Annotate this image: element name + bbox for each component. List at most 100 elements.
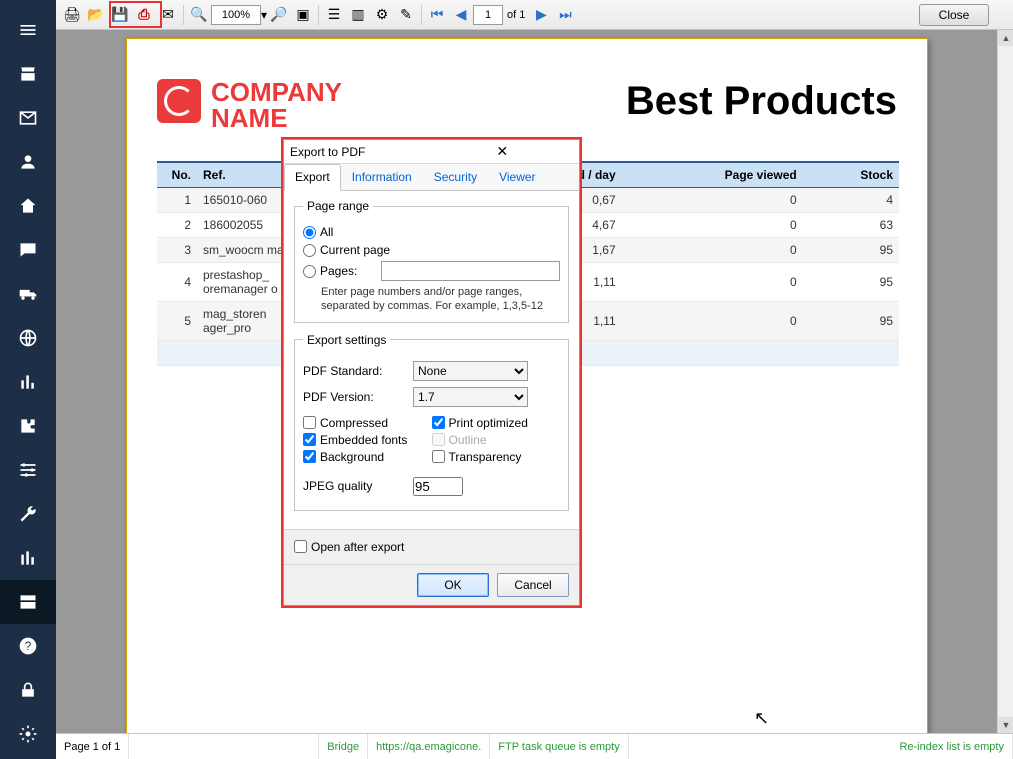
thumbs-icon[interactable]: ▥ <box>347 4 369 26</box>
report-title: Best Products <box>626 79 897 124</box>
ok-button[interactable]: OK <box>417 573 489 597</box>
chk-compressed[interactable] <box>303 416 316 429</box>
fullscreen-icon[interactable]: ▣ <box>292 4 314 26</box>
col-pv: Page viewed <box>622 162 803 188</box>
export-dialog-frame: Export to PDF ✕ Export Information Secur… <box>281 137 582 608</box>
report-toolbar: 🖨 📂 💾 ⎙ ✉ 🔍 ▾ 🔎 ▣ ☰ ▥ ⚙ ✎ ⏮ ◀ of 1 ▶ ⏭ C… <box>56 0 1013 30</box>
chk-background[interactable] <box>303 450 316 463</box>
pages-input[interactable] <box>381 261 560 281</box>
sidebar-chart2-icon[interactable] <box>0 536 56 580</box>
dialog-title: Export to PDF <box>290 145 432 159</box>
next-page-icon[interactable]: ▶ <box>530 4 552 26</box>
last-page-icon[interactable]: ⏭ <box>554 4 576 26</box>
export-settings-legend: Export settings <box>303 333 390 347</box>
status-reindex: Re-index list is empty <box>891 734 1013 759</box>
radio-current-label: Current page <box>320 243 390 257</box>
page-range-legend: Page range <box>303 199 373 213</box>
sidebar-home-icon[interactable] <box>0 184 56 228</box>
left-sidebar: ? <box>0 0 56 759</box>
tab-export[interactable]: Export <box>284 164 341 191</box>
save-icon[interactable]: 💾 <box>109 4 131 26</box>
scroll-down-icon[interactable]: ▼ <box>998 717 1013 733</box>
close-icon[interactable]: ✕ <box>432 143 574 160</box>
cancel-button[interactable]: Cancel <box>497 573 569 597</box>
chk-print-label: Print optimized <box>449 416 528 430</box>
status-bridge: Bridge <box>319 734 368 759</box>
outline-icon[interactable]: ☰ <box>323 4 345 26</box>
page-range-fieldset: Page range All Current page Pages: Enter… <box>294 199 569 323</box>
sidebar-menu-icon[interactable] <box>0 8 56 52</box>
sidebar-drawer-icon[interactable] <box>0 580 56 624</box>
chk-print[interactable] <box>432 416 445 429</box>
dialog-tabs: Export Information Security Viewer <box>284 164 579 190</box>
status-bar: Page 1 of 1 Bridge https://qa.emagicone.… <box>56 733 1013 759</box>
sidebar-inbox-icon[interactable] <box>0 96 56 140</box>
sidebar-gear-icon[interactable] <box>0 712 56 756</box>
chk-open-after[interactable] <box>294 540 307 553</box>
chk-transparency[interactable] <box>432 450 445 463</box>
jpeg-label: JPEG quality <box>303 479 413 493</box>
jpeg-input[interactable] <box>413 477 463 496</box>
sidebar-wrench-icon[interactable] <box>0 492 56 536</box>
export-settings-fieldset: Export settings PDF Standard:None PDF Ve… <box>294 333 569 511</box>
pdf-version-select[interactable]: 1.7 <box>413 387 528 407</box>
print-icon[interactable]: 🖨 <box>61 4 83 26</box>
sidebar-sliders-icon[interactable] <box>0 448 56 492</box>
vertical-scrollbar[interactable]: ▲ ▼ <box>997 30 1013 733</box>
sidebar-user-icon[interactable] <box>0 140 56 184</box>
chk-outline <box>432 433 445 446</box>
chk-embedded-label: Embedded fonts <box>320 433 407 447</box>
page-range-note: Enter page numbers and/or page ranges, s… <box>321 285 560 314</box>
sidebar-truck-icon[interactable] <box>0 272 56 316</box>
sidebar-chat-icon[interactable] <box>0 228 56 272</box>
edit-icon[interactable]: ✎ <box>395 4 417 26</box>
export-dialog: Export to PDF ✕ Export Information Secur… <box>283 139 580 606</box>
radio-pages[interactable] <box>303 265 316 278</box>
zoom-out-icon[interactable]: 🔎 <box>268 4 290 26</box>
open-icon[interactable]: 📂 <box>85 4 107 26</box>
col-no: No. <box>157 162 197 188</box>
chk-transparency-label: Transparency <box>449 450 522 464</box>
chk-embedded[interactable] <box>303 433 316 446</box>
pdf-version-label: PDF Version: <box>303 390 413 404</box>
radio-all-label: All <box>320 225 333 239</box>
prev-page-icon[interactable]: ◀ <box>450 4 472 26</box>
tab-information[interactable]: Information <box>341 164 423 190</box>
pdf-icon[interactable]: ⎙ <box>133 4 155 26</box>
sidebar-globe-icon[interactable] <box>0 316 56 360</box>
chk-background-label: Background <box>320 450 384 464</box>
scroll-up-icon[interactable]: ▲ <box>998 30 1013 46</box>
zoom-input[interactable] <box>211 5 261 25</box>
pdf-standard-select[interactable]: None <box>413 361 528 381</box>
email-icon[interactable]: ✉ <box>157 4 179 26</box>
sidebar-help-icon[interactable]: ? <box>0 624 56 668</box>
toolbar-close-button[interactable]: Close <box>919 4 989 26</box>
tab-viewer[interactable]: Viewer <box>488 164 546 190</box>
page-input[interactable] <box>473 5 503 25</box>
open-after-label: Open after export <box>311 540 404 554</box>
sidebar-puzzle-icon[interactable] <box>0 404 56 448</box>
radio-all[interactable] <box>303 226 316 239</box>
page-of-label: of 1 <box>507 9 525 21</box>
sidebar-chart-icon[interactable] <box>0 360 56 404</box>
sidebar-lock-icon[interactable] <box>0 668 56 712</box>
col-stock: Stock <box>803 162 899 188</box>
tab-body-export: Page range All Current page Pages: Enter… <box>284 190 579 529</box>
page-setup-icon[interactable]: ⚙ <box>371 4 393 26</box>
dialog-titlebar[interactable]: Export to PDF ✕ <box>284 140 579 164</box>
chk-compressed-label: Compressed <box>320 416 388 430</box>
chk-outline-label: Outline <box>449 433 487 447</box>
first-page-icon[interactable]: ⏮ <box>426 4 448 26</box>
sidebar-store-icon[interactable] <box>0 52 56 96</box>
status-ftp: FTP task queue is empty <box>490 734 628 759</box>
status-page: Page 1 of 1 <box>56 734 129 759</box>
radio-pages-label: Pages: <box>320 264 357 278</box>
company-line1: COMPANY <box>211 79 342 105</box>
radio-current[interactable] <box>303 244 316 257</box>
status-url: https://qa.emagicone. <box>368 734 490 759</box>
company-line2: NAME <box>211 105 342 131</box>
find-icon[interactable]: 🔍 <box>188 4 210 26</box>
pdf-standard-label: PDF Standard: <box>303 364 413 378</box>
company-logo <box>157 79 201 123</box>
tab-security[interactable]: Security <box>423 164 488 190</box>
